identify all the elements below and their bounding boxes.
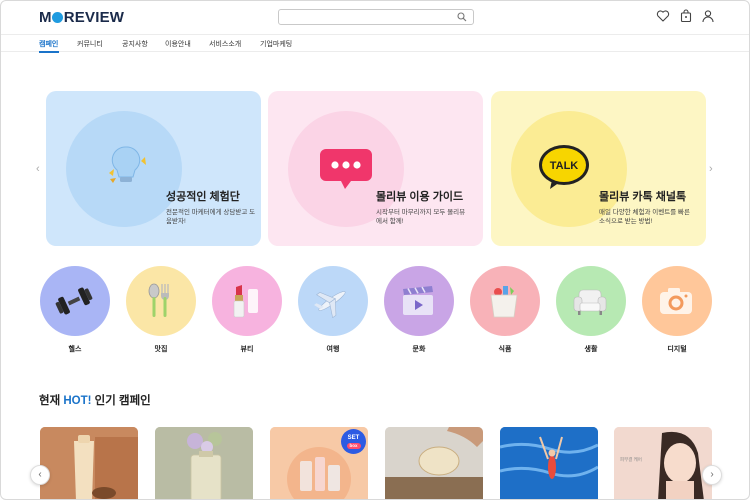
category-digital[interactable]: 디지털 <box>641 266 713 356</box>
product-card[interactable] <box>385 427 483 499</box>
banner-card-kakao[interactable]: TALK 몰리뷰 카톡 채널톡 매일 다양한 체험과 이벤트를 빠른 소식으로 … <box>491 91 706 246</box>
product-image <box>385 427 483 499</box>
nav-item-campaign[interactable]: 캠페인 <box>39 39 58 49</box>
nav-item-guide[interactable]: 이용안내 <box>165 39 191 49</box>
heart-icon[interactable] <box>656 9 670 23</box>
grocery-bag-icon <box>490 286 518 318</box>
product-card[interactable] <box>500 427 598 499</box>
category-living[interactable]: 생활 <box>555 266 627 356</box>
product-caption: 피부결 케어 <box>620 457 642 462</box>
product-image <box>614 427 712 499</box>
set-badge-text: SET <box>347 435 360 441</box>
category-travel[interactable]: 여행 <box>297 266 369 356</box>
category-label: 생활 <box>584 346 598 353</box>
category-label: 디지털 <box>667 346 687 353</box>
kakao-talk-icon: TALK <box>539 145 589 189</box>
product-image <box>155 427 253 499</box>
logo-accent-o <box>52 12 64 23</box>
section-title-hot: HOT! <box>63 395 92 407</box>
products-prev-button[interactable]: ‹ <box>30 465 50 485</box>
site-logo[interactable]: M REVIEW <box>39 9 124 26</box>
banner-desc: 매일 다양한 체험과 이벤트를 빠른 소식으로 받는 방법! <box>599 209 690 225</box>
lipstick-icon <box>233 285 258 318</box>
banner-prev-button[interactable]: ‹ <box>36 163 40 175</box>
user-icon[interactable] <box>701 9 715 23</box>
clapperboard-icon <box>403 286 433 315</box>
product-image <box>500 427 598 499</box>
browser-frame: M REVIEW 캠페인 커뮤니티 공지사항 이용안내 서비스소개 기업마케팅 ‹… <box>0 0 750 500</box>
banner-title: 성공적인 체험단 <box>166 191 240 203</box>
category-label: 맛집 <box>154 346 168 353</box>
section-title: 현재 HOT! 인기 캠페인 <box>39 392 151 408</box>
product-card[interactable]: 피부결 케어 <box>614 427 712 499</box>
category-health[interactable]: 헬스 <box>39 266 111 356</box>
banner-next-button[interactable]: › <box>709 163 713 175</box>
banner-desc: 시작부터 마무리까지 모두 몰리뷰에서 함께! <box>376 209 466 225</box>
search-icon[interactable] <box>457 12 467 22</box>
dumbbell-icon <box>55 287 93 315</box>
banner-card-guide[interactable]: 몰리뷰 이용 가이드 시작부터 마무리까지 모두 몰리뷰에서 함께! <box>268 91 483 246</box>
search-input[interactable] <box>278 9 474 25</box>
nav-item-business[interactable]: 기업마케팅 <box>260 39 292 49</box>
category-label: 식품 <box>498 346 512 353</box>
nav-active-underline <box>39 51 59 53</box>
banner-card-experience[interactable]: 성공적인 체험단 전문적인 마케터에게 상담받고 도움받자! <box>46 91 261 246</box>
nav-item-notice[interactable]: 공지사항 <box>122 39 148 49</box>
set-badge: SET box <box>341 429 366 454</box>
category-label: 뷰티 <box>240 346 254 353</box>
product-card[interactable] <box>155 427 253 499</box>
nav-item-service[interactable]: 서비스소개 <box>209 39 241 49</box>
category-label: 헬스 <box>68 346 82 353</box>
chat-bubble-icon <box>320 149 372 189</box>
category-food[interactable]: 맛집 <box>125 266 197 356</box>
sofa-icon <box>573 289 607 315</box>
airplane-icon <box>314 291 346 319</box>
cutlery-icon <box>148 283 169 317</box>
category-culture[interactable]: 문화 <box>383 266 455 356</box>
product-image <box>40 427 138 499</box>
banner-desc: 전문적인 마케터에게 상담받고 도움받자! <box>166 209 256 225</box>
category-label: 문화 <box>412 346 426 353</box>
section-title-suffix: 인기 캠페인 <box>91 395 151 407</box>
bag-icon[interactable] <box>679 9 693 23</box>
category-label: 여행 <box>326 346 340 353</box>
camera-icon <box>660 288 692 314</box>
nav-item-community[interactable]: 커뮤니티 <box>77 39 103 49</box>
product-card[interactable] <box>40 427 138 499</box>
products-next-button[interactable]: › <box>702 465 722 485</box>
talk-icon-text: TALK <box>550 160 579 172</box>
banner-title: 몰리뷰 이용 가이드 <box>376 191 464 203</box>
set-badge-sub: box <box>346 443 361 449</box>
banner-title: 몰리뷰 카톡 채널톡 <box>599 191 687 203</box>
main-nav: 캠페인 커뮤니티 공지사항 이용안내 서비스소개 기업마케팅 <box>1 34 749 53</box>
section-title-prefix: 현재 <box>39 395 64 407</box>
category-grocery[interactable]: 식품 <box>469 266 541 356</box>
lightbulb-icon <box>109 146 146 183</box>
category-beauty[interactable]: 뷰티 <box>211 266 283 356</box>
